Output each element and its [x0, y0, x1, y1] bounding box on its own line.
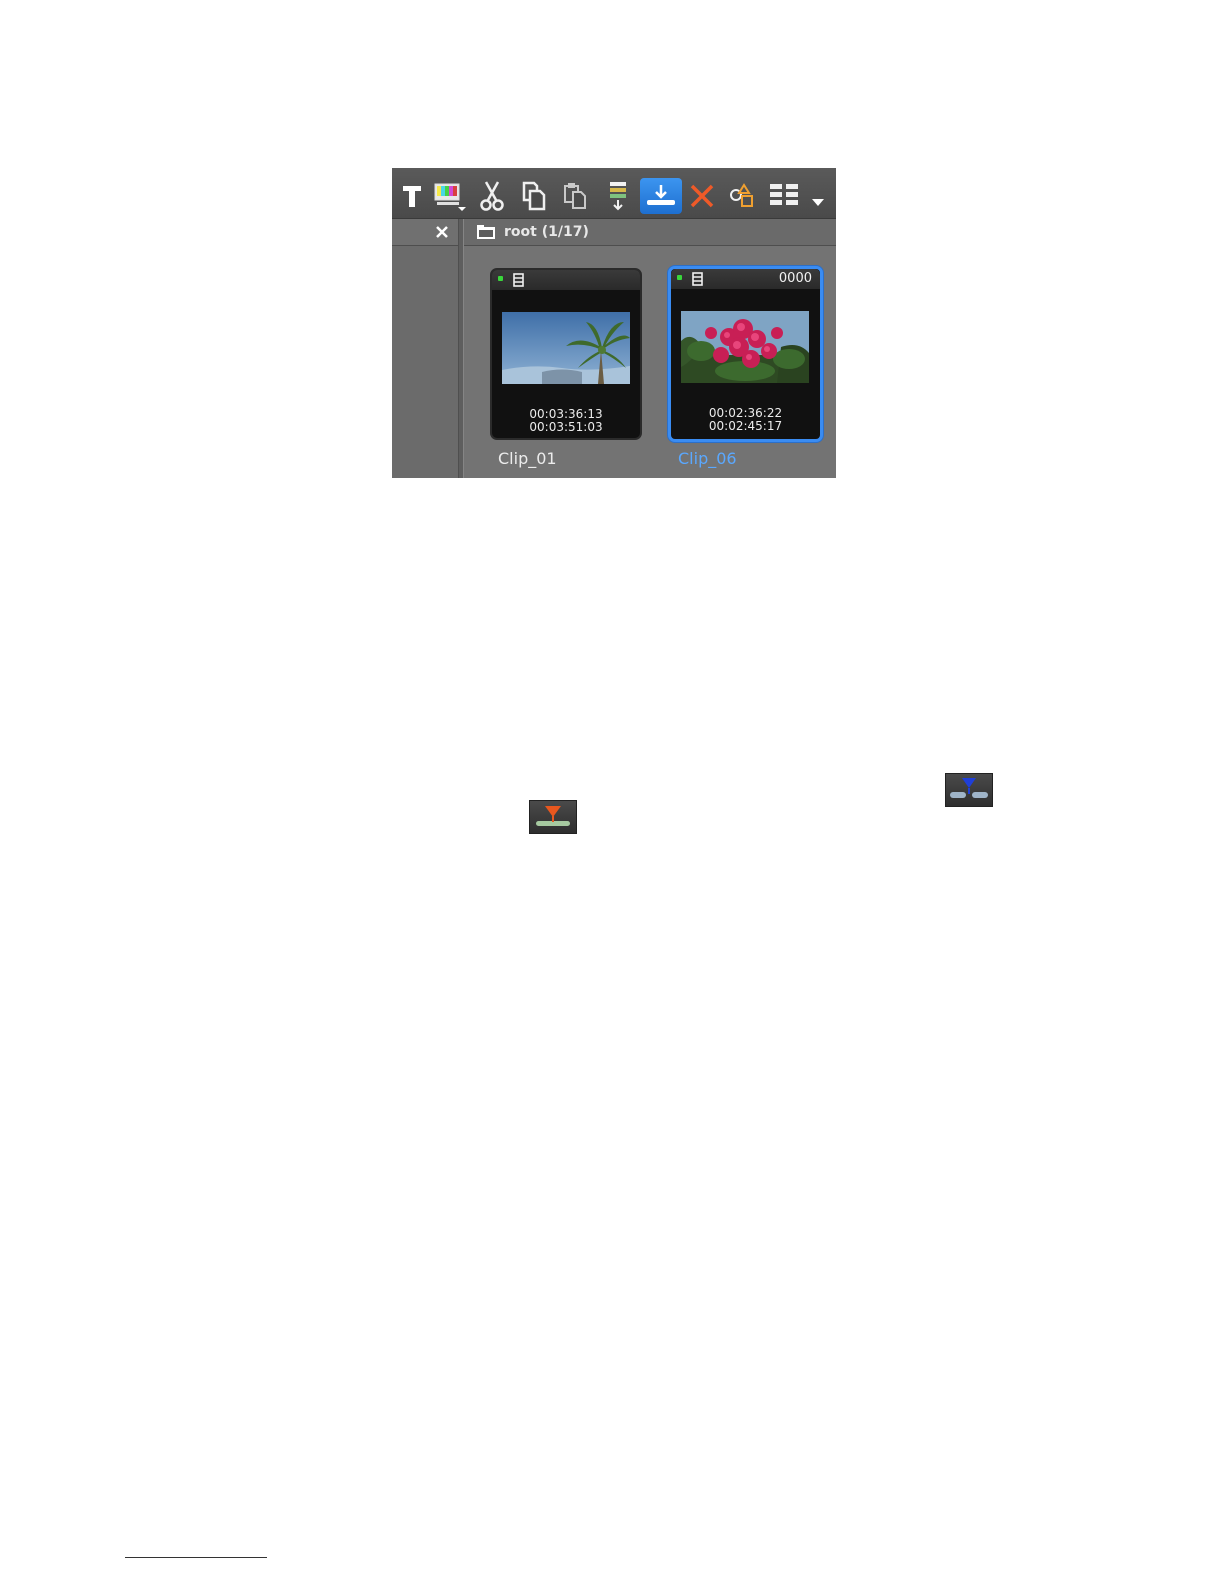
- delete-button[interactable]: [684, 178, 720, 214]
- paste-icon: [564, 183, 586, 209]
- copy-icon: [522, 181, 546, 211]
- title-icon: [403, 186, 421, 207]
- bin-window: root (1/17) 00:03:36:13 00:03:51:03 Clip…: [392, 168, 836, 478]
- clip-card[interactable]: 00:03:36:13 00:03:51:03: [490, 268, 642, 440]
- overwrite-to-timeline-inline-icon: [529, 800, 577, 834]
- clip-card-selected[interactable]: 0000 00:02:36:22 00:02:45:17: [668, 266, 823, 442]
- delete-icon: [690, 184, 714, 208]
- close-icon: [436, 226, 448, 238]
- insert-to-timeline-button[interactable]: [600, 178, 636, 214]
- title-button[interactable]: [394, 178, 430, 214]
- overwrite-to-timeline-icon: [647, 185, 675, 205]
- clip-grid: 00:03:36:13 00:03:51:03 Clip_01 0000 00:…: [464, 246, 836, 478]
- breadcrumb[interactable]: root (1/17): [476, 223, 589, 241]
- copy-button[interactable]: [516, 178, 552, 214]
- film-clip-icon: [513, 273, 524, 287]
- folder-label: root (1/17): [504, 224, 589, 240]
- cut-icon: [480, 181, 504, 211]
- footnote-divider: [125, 1557, 267, 1558]
- cut-button[interactable]: [474, 178, 510, 214]
- clip-header: [492, 270, 640, 290]
- insert-to-timeline-icon: [610, 182, 626, 211]
- view-toggle-icon: [770, 184, 798, 205]
- color-bars-button[interactable]: [432, 178, 468, 214]
- overwrite-to-timeline-icon: [536, 806, 570, 826]
- clip-name-selected[interactable]: Clip_06: [678, 449, 737, 468]
- more-dropdown-button[interactable]: [804, 178, 832, 214]
- clip-timecode-out: 00:03:51:03: [529, 420, 603, 434]
- clip-count: 0000: [778, 271, 812, 286]
- paste-button[interactable]: [558, 178, 594, 214]
- more-dropdown-icon: [812, 199, 824, 206]
- clip-name[interactable]: Clip_01: [498, 449, 557, 468]
- status-dot: [498, 276, 503, 281]
- status-dot: [677, 275, 682, 280]
- close-folder-panel-button[interactable]: [432, 222, 452, 242]
- clip-header: 0000: [671, 269, 820, 289]
- folder-icon: [477, 225, 495, 239]
- clip-timecode-out: 00:02:45:17: [708, 419, 783, 433]
- film-clip-icon: [692, 272, 703, 286]
- view-toggle-button[interactable]: [766, 178, 802, 214]
- color-bars-icon: [434, 183, 466, 211]
- clip-thumbnail-palm-tree-sky: [502, 312, 630, 384]
- effects-icon: [730, 183, 753, 207]
- bin-toolbar: [392, 168, 836, 219]
- folder-panel-header: [392, 219, 458, 245]
- insert-to-timeline-icon: [950, 778, 988, 798]
- overwrite-to-timeline-button[interactable]: [640, 178, 682, 214]
- clip-thumbnail-pink-flowers: [681, 311, 809, 383]
- insert-to-timeline-inline-icon: [945, 773, 993, 807]
- effects-button[interactable]: [724, 178, 760, 214]
- folder-tree-panel: [392, 246, 458, 478]
